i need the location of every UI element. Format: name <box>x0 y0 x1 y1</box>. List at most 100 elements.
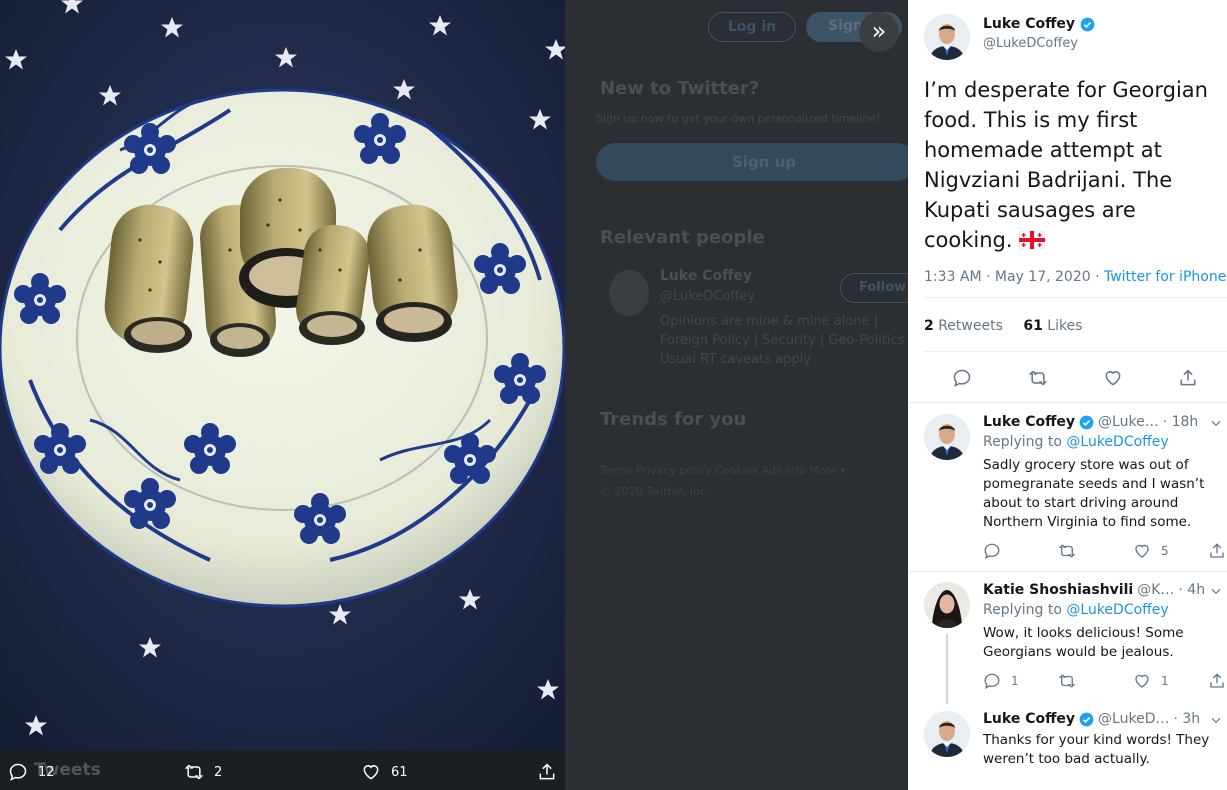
thread-line <box>946 634 948 704</box>
reply-author-handle[interactable]: @Luke… <box>1098 414 1159 430</box>
retweets-stat[interactable]: 2 Retweets <box>924 318 1003 334</box>
reply-like-count: 5 <box>1161 544 1169 558</box>
replying-to: Replying to @LukeDCoffey <box>983 434 1169 450</box>
reply-like-action[interactable]: 1 <box>1133 672 1169 690</box>
reply-text: Wow, it looks delicious! Some Georgians … <box>983 625 1184 660</box>
reply-avatar[interactable] <box>924 582 970 628</box>
new-to-twitter-subtext: Sign up now to get your own personalized… <box>596 112 881 125</box>
reply-tweet[interactable]: Luke Coffey @Luke… · 18h Replying to @Lu… <box>908 414 1227 570</box>
replying-prefix: Replying to <box>983 434 1067 450</box>
retweet-icon <box>1058 674 1076 688</box>
reply-age[interactable]: · 3h <box>1173 711 1200 727</box>
tweet-text: I’m desperate for Georgian food. This is… <box>924 75 1224 257</box>
photo-reply-action[interactable]: 12 <box>8 762 55 782</box>
reply-share-action[interactable] <box>1208 672 1226 690</box>
new-to-twitter-heading: New to Twitter? <box>600 78 760 99</box>
tweet-meta: 1:33 AM · May 17, 2020 · Twitter for iPh… <box>924 269 1226 285</box>
replying-prefix: Replying to <box>983 602 1067 618</box>
reply-author-handle[interactable]: @LukeD… <box>1098 711 1169 727</box>
relevant-person-bio: Opinions are mine & mine alone | Foreign… <box>660 314 913 367</box>
reply-icon <box>9 763 27 781</box>
reply-age[interactable]: · 4h <box>1178 582 1205 598</box>
tweet-detail-panel: Luke Coffey @LukeDCoffey I’m desperate f… <box>908 0 1227 790</box>
share-icon[interactable] <box>1178 368 1198 388</box>
reply-retweet-action[interactable] <box>1058 542 1086 560</box>
reply-avatar[interactable] <box>924 414 970 460</box>
retweets-count: 2 <box>924 318 934 334</box>
retweet-icon[interactable] <box>1028 368 1048 388</box>
reply-text: Sadly grocery store was out of pomegrana… <box>983 457 1205 530</box>
relevant-person-handle: @LukeDCoffey <box>660 289 756 304</box>
likes-count: 61 <box>1023 318 1043 334</box>
reply-share-action[interactable] <box>1208 542 1226 560</box>
chevron-down-icon[interactable] <box>1209 584 1223 598</box>
reply-header: Luke Coffey @LukeD… · 3h <box>983 711 1200 727</box>
reply-tweet[interactable]: Luke Coffey @LukeD… · 3h Thanks for your… <box>908 711 1227 790</box>
replying-to: Replying to @LukeDCoffey <box>983 602 1169 618</box>
reply-reply-action[interactable] <box>983 542 1011 560</box>
tweet-photo[interactable] <box>0 0 565 750</box>
relevant-person-avatar <box>609 270 649 316</box>
tweet-body: I’m desperate for Georgian food. This is… <box>924 78 1208 252</box>
double-chevron-right-icon: » <box>871 17 887 45</box>
footer-links[interactable]: Terms Privacy policy Cookies Ads info Mo… <box>600 460 900 481</box>
replying-to-handle[interactable]: @LukeDCoffey <box>1066 602 1168 618</box>
reply-header: Luke Coffey @Luke… · 18h <box>983 414 1198 430</box>
photo-share-action[interactable] <box>537 762 557 782</box>
reply-age[interactable]: · 18h <box>1163 414 1199 430</box>
next-image-button[interactable]: » <box>859 12 899 52</box>
avatar-photo <box>924 414 970 460</box>
relevant-people-heading: Relevant people <box>600 227 765 248</box>
reply-icon[interactable] <box>952 368 972 388</box>
signup-big-button[interactable]: Sign up <box>596 143 916 181</box>
retweet-icon <box>184 764 204 780</box>
reply-author-handle[interactable]: @K… <box>1137 582 1174 598</box>
retweet-icon <box>1058 544 1076 558</box>
author-handle[interactable]: @LukeDCoffey <box>983 36 1078 51</box>
photo-retweet-count: 2 <box>214 764 223 780</box>
reply-icon <box>984 673 1000 690</box>
divider <box>924 351 1227 352</box>
reply-tweet[interactable]: Katie Shoshiashvili @K… · 4h Replying to… <box>908 582 1227 704</box>
avatar-photo <box>924 711 970 757</box>
reply-retweet-action[interactable] <box>1058 672 1086 690</box>
chevron-down-icon[interactable] <box>1209 713 1223 727</box>
retweets-label: Retweets <box>933 318 1003 334</box>
avatar-photo <box>924 582 970 628</box>
reply-icon <box>984 543 1000 560</box>
share-icon <box>539 763 555 780</box>
author-avatar[interactable] <box>924 14 970 60</box>
food-photo-illustration <box>0 0 565 750</box>
heart-icon <box>363 765 379 780</box>
login-button[interactable]: Log in <box>708 12 796 42</box>
reply-header: Katie Shoshiashvili @K… · 4h <box>983 582 1205 598</box>
georgia-flag-emoji <box>1018 227 1046 257</box>
heart-icon[interactable] <box>1103 368 1123 388</box>
heart-icon <box>1135 544 1149 558</box>
likes-stat[interactable]: 61 Likes <box>1023 318 1082 334</box>
avatar-photo <box>924 14 970 60</box>
reply-reply-action[interactable]: 1 <box>983 672 1019 690</box>
divider <box>908 402 1227 403</box>
trends-heading: Trends for you <box>600 409 747 430</box>
tweet-source[interactable]: Twitter for iPhone <box>1104 269 1226 285</box>
share-icon <box>1210 673 1224 688</box>
reply-author-name[interactable]: Katie Shoshiashvili <box>983 582 1133 598</box>
verified-badge-icon <box>1079 712 1094 726</box>
replying-to-handle[interactable]: @LukeDCoffey <box>1066 434 1168 450</box>
photo-retweet-action[interactable]: 2 <box>184 762 222 782</box>
reply-author-name[interactable]: Luke Coffey <box>983 414 1075 430</box>
likes-label: Likes <box>1042 318 1083 334</box>
tweet-timestamp[interactable]: 1:33 AM · May 17, 2020 · <box>924 269 1104 285</box>
author-name-row[interactable]: Luke Coffey <box>983 16 1095 32</box>
reply-like-action[interactable]: 5 <box>1133 542 1169 560</box>
background-page: Log in Sign New to Twitter? Sign up now … <box>565 0 920 790</box>
share-icon <box>1210 543 1224 558</box>
chevron-down-icon[interactable] <box>1209 416 1223 430</box>
footer-copyright: © 2020 Twitter, Inc. <box>600 485 710 498</box>
reply-avatar[interactable] <box>924 711 970 757</box>
heart-icon <box>1135 674 1149 688</box>
relevant-person-name: Luke Coffey <box>660 268 753 284</box>
reply-author-name[interactable]: Luke Coffey <box>983 711 1075 727</box>
photo-like-action[interactable]: 61 <box>361 762 408 782</box>
